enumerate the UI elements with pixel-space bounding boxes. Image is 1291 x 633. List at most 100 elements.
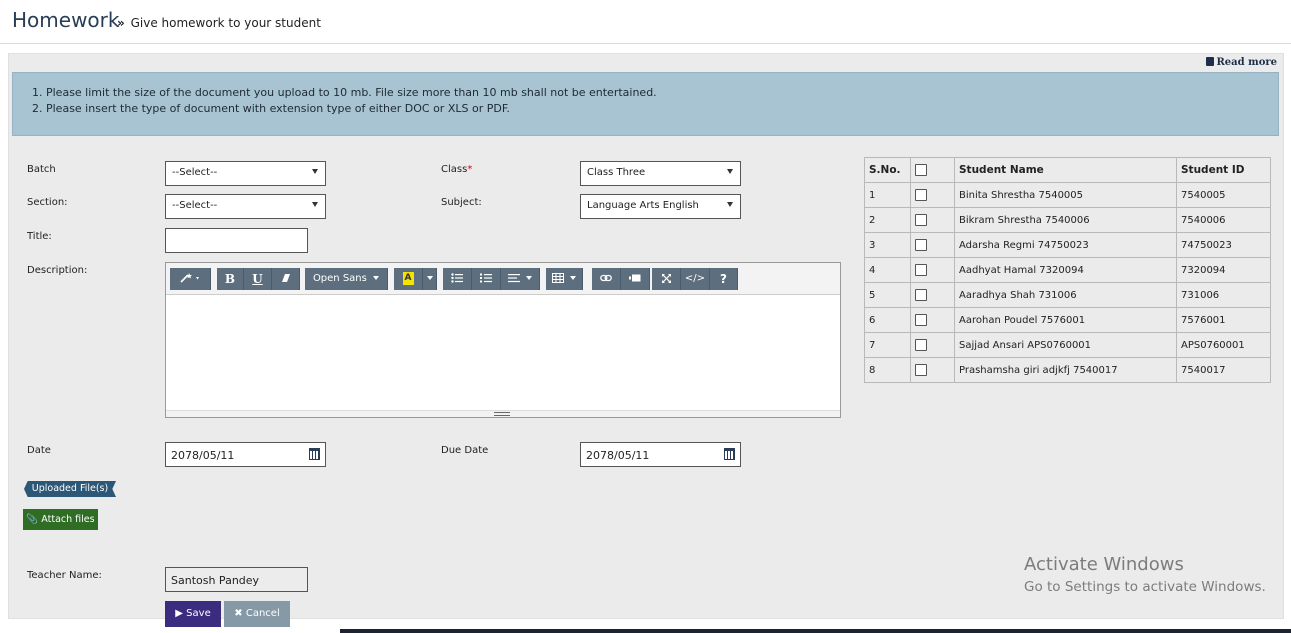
clear-format-button[interactable]: [272, 268, 300, 290]
read-more-text: Read more: [1216, 57, 1277, 68]
windows-activation-watermark: Activate Windows Go to Settings to activ…: [1024, 554, 1266, 595]
notice-line-1: 1. Please limit the size of the document…: [32, 86, 657, 99]
subject-label: Subject:: [441, 197, 482, 208]
row-checkbox[interactable]: [915, 189, 927, 201]
row-sno: 4: [864, 257, 911, 283]
editor-toolbar: B U Open Sans A </> ?: [166, 263, 840, 295]
table-dropdown[interactable]: [546, 268, 583, 290]
row-sno: 8: [864, 357, 911, 383]
table-header-row: S.No. Student Name Student ID: [864, 157, 1271, 183]
row-student-name: Binita Shrestha 7540005: [954, 182, 1177, 208]
attach-files-button[interactable]: 📎 Attach files: [23, 509, 98, 530]
table-row: 5 Aaradhya Shah 731006 731006: [864, 282, 1271, 308]
calendar-icon[interactable]: [724, 448, 735, 460]
save-label: Save: [186, 608, 211, 619]
date-input[interactable]: 2078/05/11: [165, 442, 326, 467]
cancel-button[interactable]: ✖ Cancel: [224, 601, 290, 627]
highlight-color-button[interactable]: A: [394, 268, 423, 290]
section-select[interactable]: --Select--: [165, 194, 326, 219]
select-all-checkbox[interactable]: [915, 164, 927, 176]
chevron-down-icon: [727, 202, 733, 207]
editor-resize-handle[interactable]: [166, 410, 840, 417]
fullscreen-icon: [661, 273, 671, 283]
magic-style-button[interactable]: [170, 268, 211, 290]
row-checkbox-cell: [910, 207, 955, 233]
chevron-down-icon: [312, 169, 318, 174]
insert-media-button[interactable]: [621, 268, 650, 290]
section-label: Section:: [27, 197, 68, 208]
row-student-id: 7540017: [1176, 357, 1271, 383]
fullscreen-button[interactable]: [652, 268, 681, 290]
due-date-input[interactable]: 2078/05/11: [580, 442, 741, 467]
font-name-dropdown[interactable]: Open Sans: [305, 268, 388, 290]
homework-page: Homework » Give homework to your student…: [0, 0, 1291, 633]
chevron-down-icon: [312, 202, 318, 207]
bold-button[interactable]: B: [217, 268, 244, 290]
batch-select-value: --Select--: [172, 167, 218, 178]
homework-form-panel: Read more 1. Please limit the size of th…: [8, 53, 1284, 627]
paragraph-align-dropdown[interactable]: [501, 268, 540, 290]
subject-select-value: Language Arts English: [587, 200, 699, 211]
save-button[interactable]: ▶ Save: [165, 601, 221, 627]
row-student-name: Aarohan Poudel 7576001: [954, 307, 1177, 333]
read-more-link[interactable]: Read more: [1206, 57, 1277, 68]
sno-header: S.No.: [864, 157, 911, 183]
select-all-header: [910, 157, 955, 183]
table-row: 4 Aadhyat Hamal 7320094 7320094: [864, 257, 1271, 283]
row-student-name: Aaradhya Shah 731006: [954, 282, 1177, 308]
magic-wand-icon: [180, 273, 199, 283]
row-checkbox[interactable]: [915, 314, 927, 326]
row-student-id: 7320094: [1176, 257, 1271, 283]
book-icon: [1206, 57, 1215, 66]
font-name-value: Open Sans: [312, 273, 367, 284]
highlight-icon: A: [402, 271, 414, 285]
ordered-list-button[interactable]: [472, 268, 501, 290]
uploaded-files-badge[interactable]: Uploaded File(s): [24, 481, 116, 497]
due-date-label: Due Date: [441, 445, 489, 456]
row-checkbox[interactable]: [915, 339, 927, 351]
chevron-down-icon: [569, 276, 576, 280]
row-checkbox[interactable]: [915, 239, 927, 251]
row-checkbox-cell: [910, 332, 955, 358]
highlight-color-dropdown[interactable]: [423, 268, 437, 290]
row-student-name: Bikram Shrestha 7540006: [954, 207, 1177, 233]
row-checkbox-cell: [910, 357, 955, 383]
chevron-down-icon: [373, 276, 380, 280]
page-header: Homework » Give homework to your student: [0, 0, 1291, 44]
watermark-line-2: Go to Settings to activate Windows.: [1024, 579, 1266, 595]
row-sno: 2: [864, 207, 911, 233]
calendar-icon[interactable]: [309, 448, 320, 460]
table-row: 2 Bikram Shrestha 7540006 7540006: [864, 207, 1271, 233]
code-view-button[interactable]: </>: [681, 268, 710, 290]
chevron-down-icon: [727, 169, 733, 174]
table-row: 8 Prashamsha giri adjkfj 7540017 7540017: [864, 357, 1271, 383]
row-sno: 7: [864, 332, 911, 358]
row-checkbox[interactable]: [915, 264, 927, 276]
row-checkbox[interactable]: [915, 289, 927, 301]
row-checkbox-cell: [910, 307, 955, 333]
attach-files-label: Attach files: [41, 514, 95, 525]
underline-button[interactable]: U: [244, 268, 272, 290]
row-checkbox[interactable]: [915, 214, 927, 226]
teacher-name-label: Teacher Name:: [27, 570, 102, 581]
paperclip-icon: 📎: [26, 514, 39, 525]
student-name-header: Student Name: [954, 157, 1177, 183]
title-input[interactable]: [165, 228, 308, 253]
row-checkbox[interactable]: [915, 364, 927, 376]
row-sno: 6: [864, 307, 911, 333]
class-select[interactable]: Class Three: [580, 161, 741, 186]
row-student-id: 7540005: [1176, 182, 1271, 208]
help-button[interactable]: ?: [710, 268, 738, 290]
section-select-value: --Select--: [172, 200, 218, 211]
row-sno: 1: [864, 182, 911, 208]
close-icon: ✖: [234, 608, 243, 619]
unordered-list-button[interactable]: [443, 268, 472, 290]
insert-link-button[interactable]: [592, 268, 621, 290]
batch-select[interactable]: --Select--: [165, 161, 326, 186]
description-label: Description:: [27, 265, 88, 276]
play-icon: ▶: [175, 608, 183, 619]
row-student-id: 7540006: [1176, 207, 1271, 233]
page-subtitle: » Give homework to your student: [117, 16, 321, 30]
subject-select[interactable]: Language Arts English: [580, 194, 741, 219]
editor-content-area[interactable]: [166, 295, 840, 411]
